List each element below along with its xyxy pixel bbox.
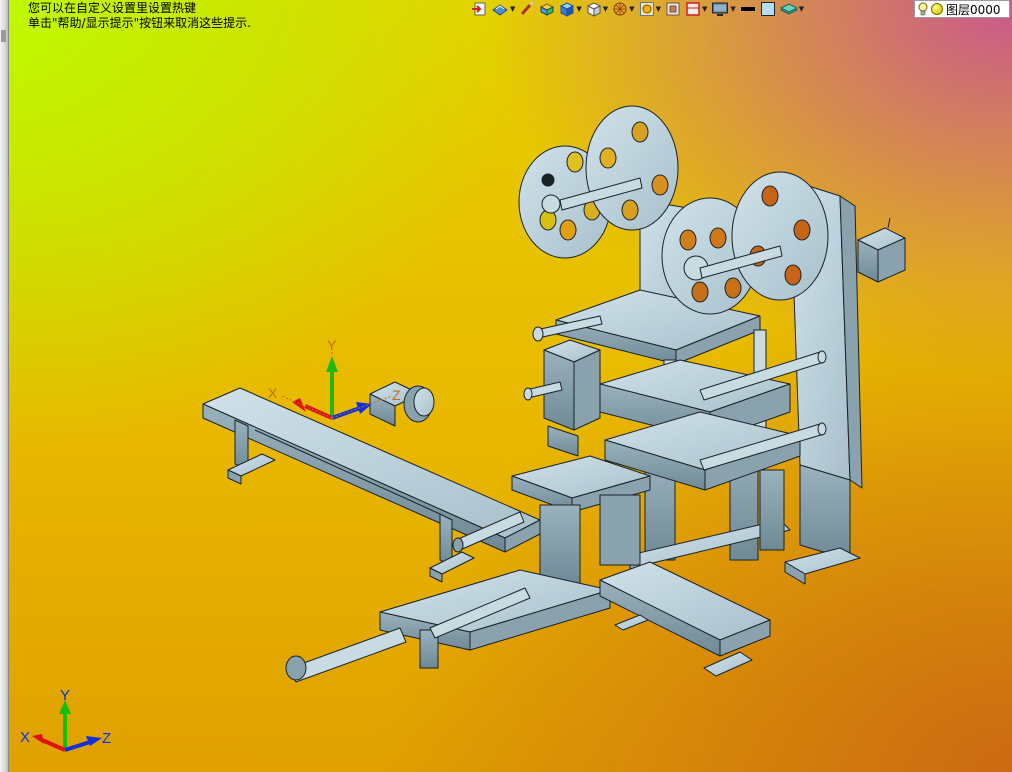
triad-y-label: Y [60,690,70,704]
linear-actuator-left[interactable] [285,569,611,683]
model-axis-z-label: Z [392,387,401,403]
servo-motor[interactable] [543,339,601,457]
triad-x-label: X [20,729,30,746]
rail-motor[interactable] [369,381,435,427]
conveyor-rail[interactable] [202,387,541,583]
model-axis-y-label: Y [327,337,337,353]
model-axis-x-label: X [268,385,278,401]
triad-z-label: Z [102,730,111,747]
stepper-motor-right[interactable] [857,217,906,283]
cad-model-view[interactable]: X Y Z [0,0,1012,772]
linear-actuator-right[interactable] [599,561,771,677]
view-triad: X Y Z [20,690,111,752]
